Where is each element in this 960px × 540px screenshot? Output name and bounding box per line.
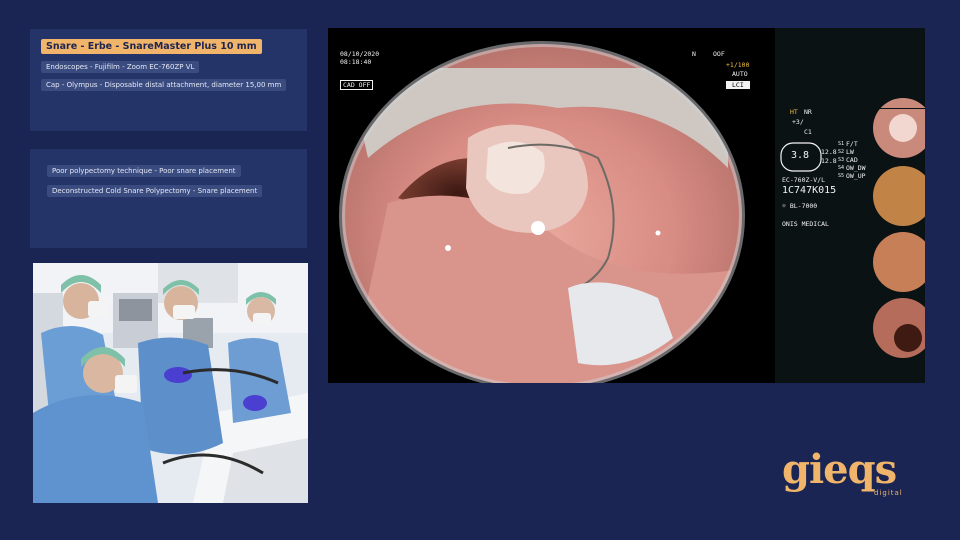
osd-date: 08/10/2020 — [340, 50, 380, 58]
osd-12-8-b: 12.8 — [821, 157, 837, 165]
osd-scope-model: EC-760Z-V/L — [782, 176, 826, 184]
osd-vendor: ONIS MEDICAL — [782, 220, 829, 228]
osd-s5: S5 — [838, 173, 845, 179]
osd-s2v: LW — [846, 148, 854, 156]
osd-light-label: BL-7000 — [789, 202, 818, 210]
osd-s3v: CAD — [846, 156, 858, 164]
endoscopy-video: 08/10/2020 08:18:40 CAD OFF N OOF +1/100… — [328, 28, 925, 383]
gieqs-logo-sub: digital — [874, 489, 903, 497]
snare-tag: Snare - Erbe - SnareMaster Plus 10 mm — [41, 39, 262, 54]
osd-s5v: OW_UP — [846, 172, 866, 180]
osd-plus3: +3/ — [792, 118, 804, 126]
osd-c1: C1 — [804, 128, 812, 136]
osd-lci: LCI — [726, 81, 750, 89]
osd-12-8-a: 12.8 — [821, 148, 837, 156]
osd-cad-off: CAD OFF — [340, 80, 374, 90]
osd-s3: S3 — [838, 157, 845, 163]
endoscopic-view — [339, 28, 925, 383]
endoscope-tag: Endoscopes - Fujifilm - Zoom EC-760ZP VL — [41, 61, 200, 73]
lesson-tag-technique: Poor polypectomy technique - Poor snare … — [47, 165, 241, 177]
gieqs-logo: gieqs — [782, 446, 897, 493]
osd-s4v: OW_DW — [846, 164, 866, 172]
osd-ht: HT — [790, 108, 798, 116]
osd-oof: OOF — [713, 50, 725, 58]
osd-nr: NR — [804, 108, 812, 116]
cap-tag: Cap - Olympus - Disposable distal attach… — [41, 79, 287, 91]
osd-s2: S2 — [838, 149, 845, 155]
osd-s4: S4 — [838, 165, 845, 171]
lesson-tag-snare-placement: Deconstructed Cold Snare Polypectomy - S… — [47, 185, 263, 197]
osd-light-source: ☼ BL-7000 — [782, 202, 818, 210]
osd-time: 08:18:40 — [340, 58, 372, 66]
lesson-tags-panel: Poor polypectomy technique - Poor snare … — [30, 149, 307, 248]
device-info-panel: Snare - Erbe - SnareMaster Plus 10 mm En… — [30, 29, 307, 131]
osd-serial: 1C747K015 — [782, 185, 837, 196]
osd-zoom: +1/100 — [726, 61, 750, 69]
osd-auto: AUTO — [732, 70, 748, 78]
osd-s1: S1 — [838, 141, 845, 147]
osd-gauge: 3.8 — [791, 150, 810, 161]
operating-room-scene — [33, 263, 308, 503]
operating-room-video — [33, 263, 308, 503]
osd-n: N — [692, 50, 696, 58]
osd-s1v: F/T — [846, 140, 858, 148]
